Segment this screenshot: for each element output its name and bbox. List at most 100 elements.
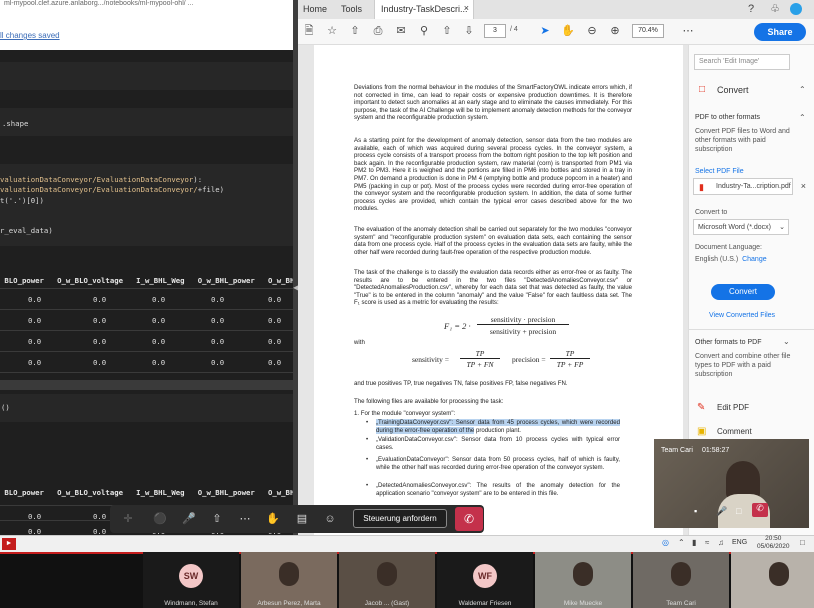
share-screen-icon[interactable]: ⇧ <box>209 511 225 527</box>
chevron-up-icon[interactable]: ⌃ <box>799 113 806 122</box>
paragraph: The task of the challenge is to classify… <box>354 269 632 307</box>
code-cell[interactable]: .shape <box>0 108 293 136</box>
wifi-icon[interactable]: ≈ <box>705 538 709 547</box>
chat-icon[interactable]: ▤ <box>294 511 310 527</box>
tab-home[interactable]: Home <box>303 0 327 19</box>
hangup-mini-icon[interactable]: ✆ <box>752 503 768 517</box>
convert-tool-icon: □ <box>699 84 706 95</box>
raise-hand-icon[interactable]: ✋ <box>265 511 281 527</box>
tab-tools[interactable]: Tools <box>341 0 362 19</box>
zoom-out-icon[interactable]: ⊖ <box>585 24 599 38</box>
avatar: SW <box>179 564 203 588</box>
video-tile-self[interactable]: Team Cari 01:58:27 ▪ 🎤 □ ✆ <box>654 439 809 528</box>
page-down-icon[interactable]: ⇩ <box>462 24 476 38</box>
precision-denominator: TP + FP <box>556 360 584 369</box>
request-control-button[interactable]: Steuerung anfordern <box>353 509 447 528</box>
hangup-button[interactable]: ✆ <box>455 507 483 531</box>
tray-icon[interactable]: ◎ <box>662 538 669 547</box>
call-duration: 01:58:27 <box>702 447 730 454</box>
participants-icon[interactable]: ☺ <box>322 511 338 527</box>
help-icon[interactable]: ? <box>744 2 758 16</box>
mail-icon[interactable]: ✉ <box>394 24 408 38</box>
bookmark-star-icon[interactable]: ☆ <box>325 24 339 38</box>
code-cell[interactable]: () <box>0 394 293 422</box>
clock-time: 20:50 <box>765 535 782 542</box>
code-cell[interactable]: valuationDataConveyor/EvaluationDataConv… <box>0 164 293 246</box>
move-icon[interactable]: ✛ <box>120 511 136 527</box>
search-tools-input[interactable]: Search 'Edit Image' <box>694 54 790 70</box>
phone-icon: ✆ <box>463 512 475 526</box>
view-converted-link[interactable]: View Converted Files <box>709 311 775 320</box>
tool-edit-pdf[interactable]: Edit PDF <box>717 403 749 412</box>
change-language-link[interactable]: Change <box>742 256 767 263</box>
camera-icon[interactable]: ⚫ <box>152 511 168 527</box>
upload-icon[interactable]: ⇧ <box>348 24 362 38</box>
bell-icon[interactable]: ♧ <box>768 2 782 16</box>
print-icon[interactable]: ⎙ <box>371 24 385 38</box>
table-cell: 0.0 <box>93 527 107 535</box>
precision-numerator: TP <box>550 349 590 359</box>
close-icon[interactable]: × <box>464 3 469 13</box>
participant-tile[interactable]: Team Cari <box>633 552 729 608</box>
volume-icon[interactable]: ♫ <box>718 538 724 547</box>
table-cell: 0.0 <box>152 337 166 346</box>
table-cell: 0.0 <box>152 295 166 304</box>
chevron-down-icon[interactable]: ⌄ <box>783 337 790 346</box>
share-button[interactable]: Share <box>754 23 806 41</box>
convert-title[interactable]: Convert <box>717 85 749 95</box>
clock[interactable]: 20:50 05/06/2020 <box>757 535 790 551</box>
zoom-in-icon[interactable]: ⊕ <box>608 24 622 38</box>
notifications-icon[interactable]: □ <box>800 538 805 547</box>
participant-tile[interactable] <box>731 552 814 608</box>
participant-tile[interactable]: Mike Muecke <box>535 552 631 608</box>
chevron-down-icon: ⌄ <box>779 224 785 231</box>
more-tools-icon[interactable]: ⋯ <box>681 24 695 38</box>
tab-document[interactable]: Industry-TaskDescri... × <box>374 0 474 19</box>
table-row: 0.0 0.0 0.0 0.0 0.0 <box>0 309 293 330</box>
comment-icon: ▣ <box>697 426 707 437</box>
zoom-select[interactable]: 70.4% <box>632 24 664 38</box>
bullet: • <box>366 436 369 443</box>
format-select[interactable]: Microsoft Word (*.docx) ⌄ <box>693 219 789 235</box>
sensitivity-denominator: TP + FN <box>466 360 494 369</box>
save-status-link[interactable]: ll changes saved <box>0 31 60 40</box>
mic-icon[interactable]: 🎤 <box>716 506 727 517</box>
participant-tile[interactable]: WF Waldemar Friesen <box>437 552 533 608</box>
hand-tool-icon[interactable]: ✋ <box>561 24 575 38</box>
mic-icon[interactable]: 🎤 <box>181 511 197 527</box>
convert-button-label: Convert <box>728 287 757 296</box>
table-row: 0.0 0.0 0.0 0.0 0.0 <box>0 330 293 351</box>
page-number-input[interactable]: 3 <box>484 24 506 38</box>
selected-file[interactable]: ▮ Industry-Ta...cription.pdf × <box>693 178 806 195</box>
select-cursor-icon[interactable]: ➤ <box>538 24 552 38</box>
document-area[interactable]: Deviations from the normal behaviour in … <box>298 45 693 535</box>
table-cell: 0.0 <box>211 295 225 304</box>
share-screen-icon[interactable]: □ <box>736 506 741 516</box>
input-language[interactable]: ENG <box>732 539 747 546</box>
battery-icon[interactable]: ▮ <box>692 538 696 547</box>
table-cell: 0.0 <box>268 358 282 367</box>
select-pdf-link[interactable]: Select PDF File <box>695 167 744 176</box>
list-item: „ValidationDataConveyor.csv": Sensor dat… <box>376 436 620 451</box>
more-options-icon[interactable]: ⋯ <box>237 511 253 527</box>
table-cell: 0.0 <box>152 358 166 367</box>
page-up-icon[interactable]: ⇧ <box>440 24 454 38</box>
convert-button[interactable]: Convert <box>711 284 775 300</box>
pdf-page: Deviations from the normal behaviour in … <box>314 45 683 535</box>
tool-comment[interactable]: Comment <box>717 427 752 436</box>
remove-file-icon[interactable]: × <box>801 181 806 191</box>
participant-tile[interactable]: Arbesun Perez, Marta <box>241 552 337 608</box>
participant-tile[interactable]: SW Windmann, Stefan <box>143 552 239 608</box>
acrobat-taskbar-icon[interactable]: ► <box>2 538 16 550</box>
camera-icon[interactable]: ▪ <box>694 506 697 516</box>
participant-tile[interactable]: Jacob ... (Gast) <box>339 552 435 608</box>
chevron-up-icon[interactable]: ⌃ <box>799 85 806 94</box>
create-pdf-icon[interactable]: 🗎 <box>302 24 316 38</box>
table-cell: 0.0 <box>268 295 282 304</box>
list-heading: 1. For the module "conveyor system": <box>354 410 456 417</box>
avatar[interactable] <box>790 3 802 15</box>
bullet: • <box>366 456 369 463</box>
tray-up-icon[interactable]: ⌃ <box>678 538 685 547</box>
code-cell[interactable] <box>0 62 293 90</box>
search-icon[interactable]: ⚲ <box>417 24 431 38</box>
